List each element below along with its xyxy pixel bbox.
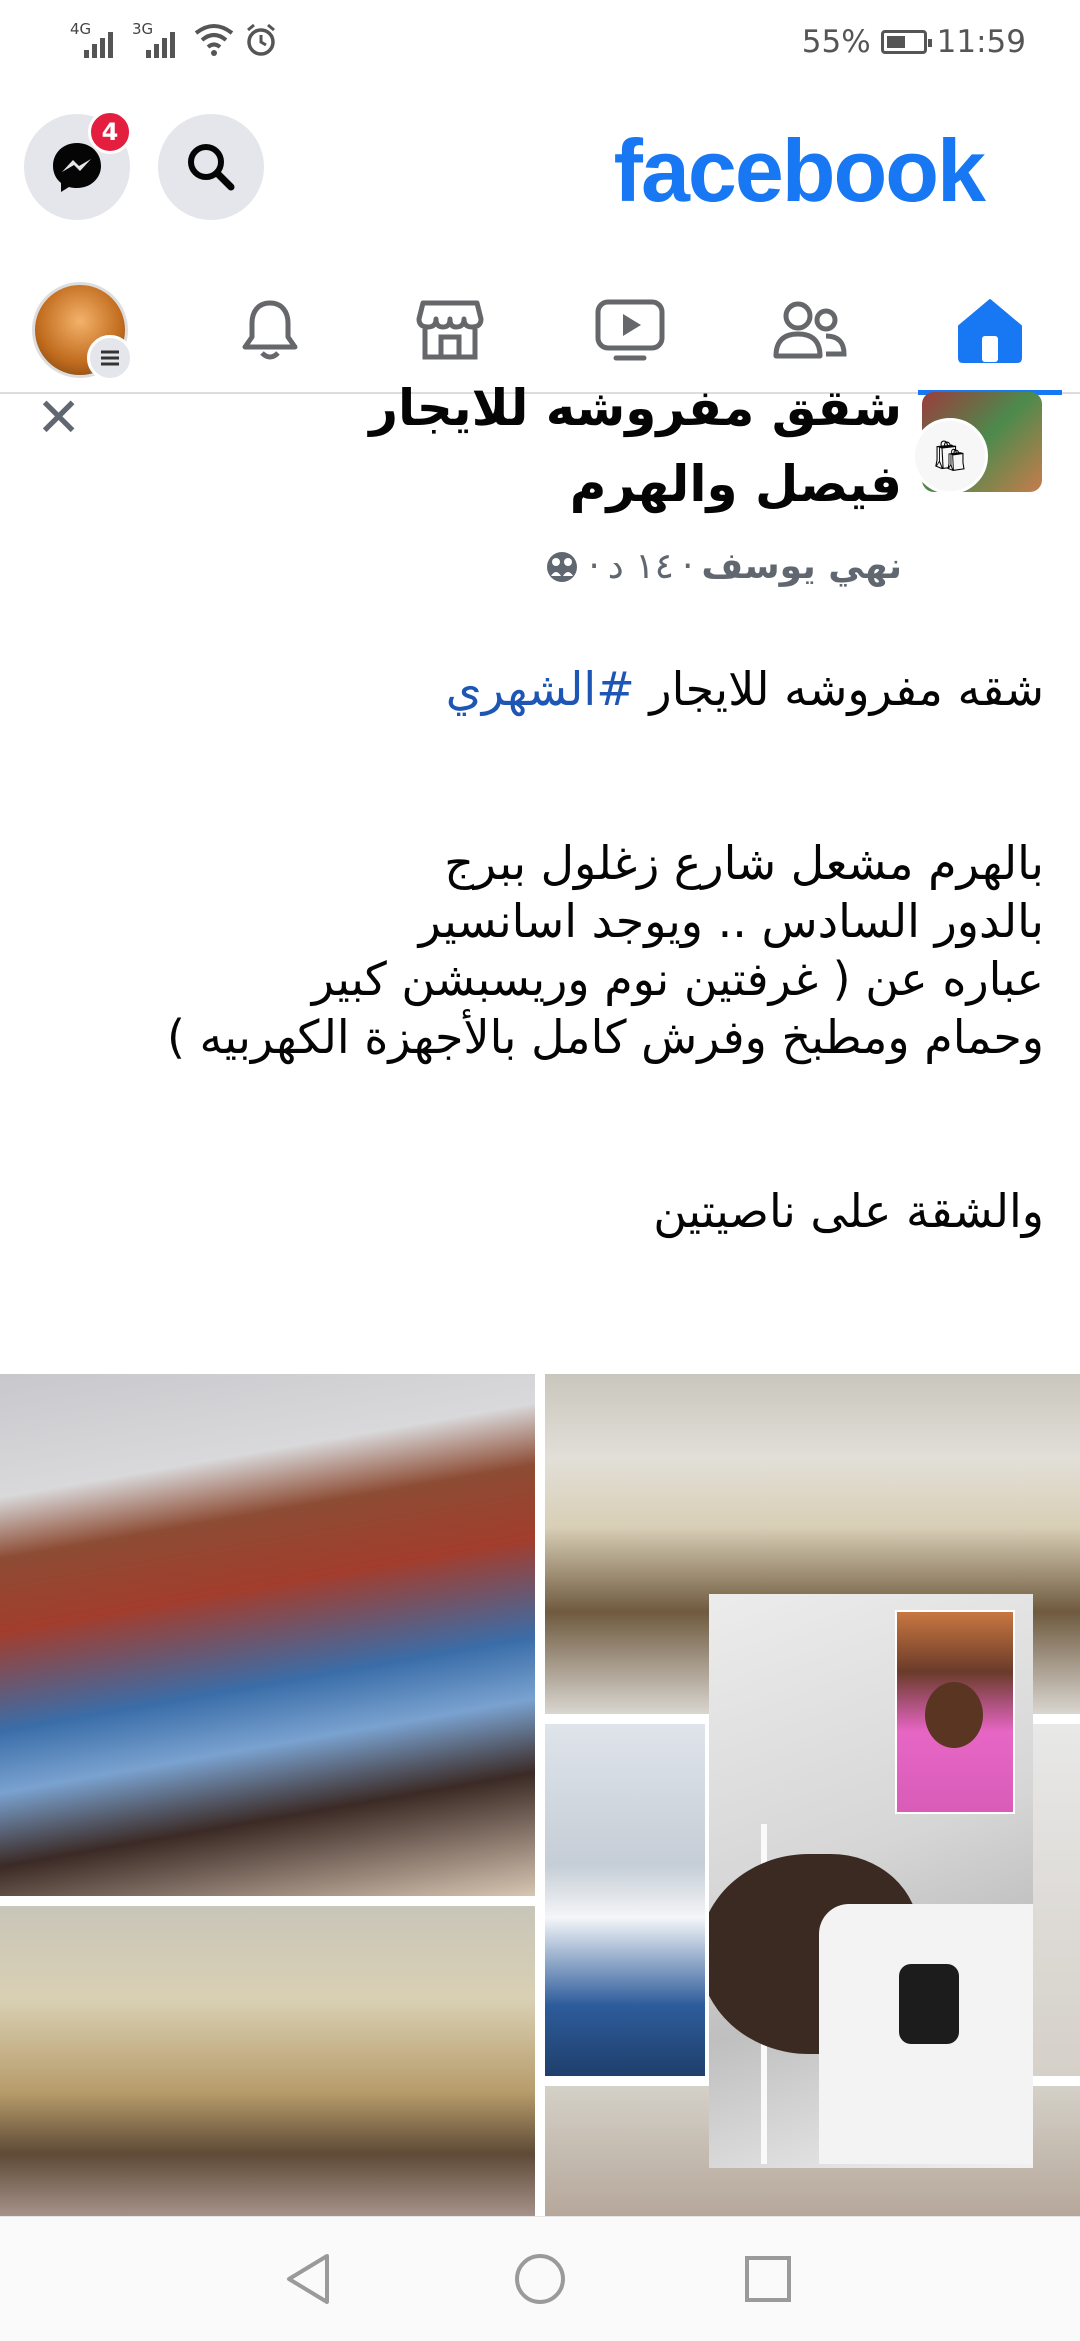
- search-button[interactable]: [158, 114, 264, 220]
- post-line-4: عباره عن ( غرفتين نوم وريسبشن كبير: [311, 952, 1044, 1006]
- messenger-badge: 4: [88, 110, 132, 154]
- post-line-5: وحمام ومطبخ وفرش كامل بالأجهزة الكهربيه …: [166, 1010, 1044, 1064]
- self-view-pip[interactable]: [895, 1610, 1015, 1814]
- recents-square-icon: [745, 2256, 791, 2302]
- nav-home-button[interactable]: [508, 2247, 572, 2311]
- tab-menu[interactable]: [20, 268, 140, 392]
- nav-back-button[interactable]: [276, 2247, 340, 2311]
- post-line-3: بالدور السادس .. ويوجد اسانسير: [418, 894, 1044, 948]
- user-avatar-icon: 🛍: [930, 438, 970, 474]
- home-icon: [958, 299, 1022, 363]
- profile-avatar: [32, 282, 133, 381]
- facebook-logo[interactable]: facebook: [614, 120, 986, 222]
- signal-4g-icon: 4G: [70, 20, 122, 58]
- back-triangle-icon: [287, 2254, 329, 2304]
- post-line-1-text: شقه مفروشه للايجار: [649, 662, 1044, 716]
- author-avatar[interactable]: 🛍: [912, 418, 988, 494]
- close-icon: ✕: [36, 386, 82, 449]
- marketplace-icon: [416, 300, 484, 360]
- post-line-1: شقه مفروشه للايجار #الشهري: [34, 660, 1044, 718]
- nav-recents-button[interactable]: [736, 2247, 800, 2311]
- author-name[interactable]: نهي يوسف: [701, 546, 902, 587]
- post-text: شقه مفروشه للايجار #الشهري بالهرم مشعل ش…: [34, 660, 1044, 1240]
- system-nav-bar: [0, 2216, 1080, 2341]
- group-privacy-icon: [547, 551, 578, 582]
- caller-watch: [899, 1964, 959, 2044]
- wifi-icon: [194, 24, 234, 56]
- tab-home[interactable]: [918, 268, 1062, 395]
- hashtag-link[interactable]: #الشهري: [446, 662, 635, 716]
- post-line-2: بالهرم مشعل شارع زغلول ببرج: [444, 836, 1044, 890]
- battery-percent: 55%: [801, 24, 871, 60]
- meta-separator-1: ·: [681, 546, 694, 587]
- post-time[interactable]: ١٤ د: [608, 546, 674, 587]
- friends-icon: [773, 301, 847, 359]
- group-title[interactable]: شقق مفروشه للايجار فيصل والهرم: [262, 370, 902, 522]
- post-header: ✕ 🛍 شقق مفروشه للايجار فيصل والهرم نهي ي…: [0, 379, 1080, 612]
- photo-reception[interactable]: [0, 1906, 535, 2216]
- watch-video-icon: [595, 299, 665, 361]
- status-left: 4G 3G: [70, 20, 278, 58]
- photo-right-edge[interactable]: [1030, 1724, 1080, 2076]
- meta-separator-2: ·: [588, 546, 600, 587]
- post-line-6: والشقة على ناصيتين: [653, 1184, 1044, 1238]
- close-post-button[interactable]: ✕: [36, 386, 81, 449]
- messenger-button[interactable]: 4: [24, 110, 132, 220]
- battery-icon: [880, 30, 932, 54]
- photo-bedroom[interactable]: [0, 1374, 535, 1896]
- pip-face: [925, 1682, 983, 1748]
- alarm-icon: [247, 23, 275, 56]
- app-header: 4 facebook: [0, 90, 1080, 240]
- clock: 11:59: [936, 24, 1026, 60]
- search-icon: [188, 144, 235, 191]
- status-bar: 4G 3G 55% 11:59: [0, 0, 1080, 90]
- photo-bathroom[interactable]: [545, 1724, 705, 2076]
- post-meta: نهي يوسف · ١٤ د ·: [544, 546, 902, 587]
- signal-3g-icon: 3G: [132, 20, 184, 58]
- video-call-overlay[interactable]: [709, 1594, 1033, 2168]
- home-circle-icon: [515, 2254, 565, 2304]
- status-right: 55% 11:59: [802, 24, 1026, 60]
- bell-icon: [242, 300, 298, 360]
- menu-icon: [87, 335, 133, 381]
